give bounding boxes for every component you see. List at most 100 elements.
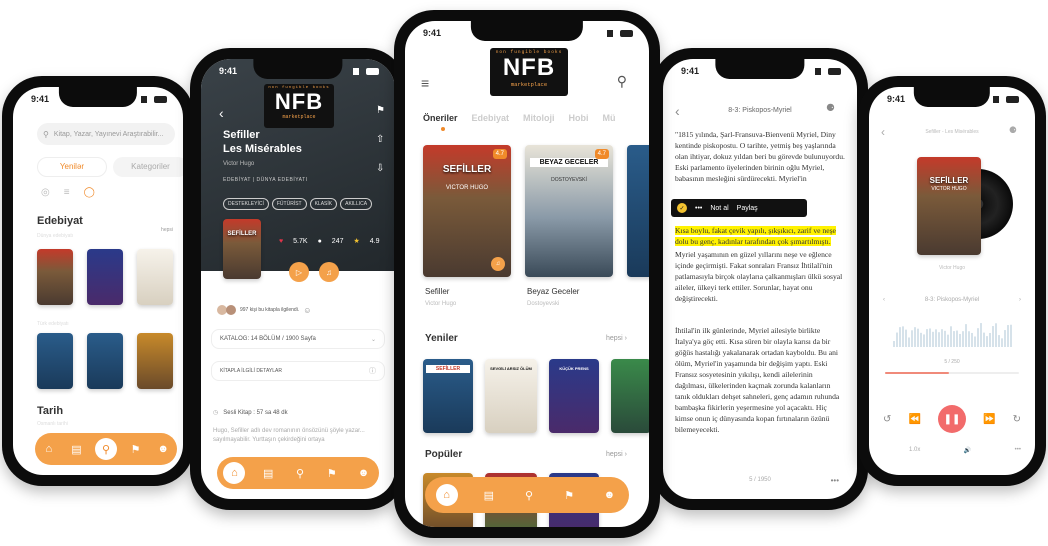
book-cover[interactable] <box>137 249 173 305</box>
tab-hobi[interactable]: Hobi <box>569 113 589 123</box>
next-chapter-icon[interactable]: › <box>1019 297 1021 303</box>
read-button[interactable]: ▷ <box>289 262 309 282</box>
battery-icon <box>1006 95 1019 103</box>
catalog-row[interactable]: KATALOG: 14 BÖLÜM / 1900 Sayfa ⌄ <box>211 329 385 349</box>
download-icon[interactable]: ⇩ <box>376 163 385 174</box>
listen-button[interactable]: ♫ <box>319 262 339 282</box>
book-cover[interactable] <box>37 333 73 389</box>
profile-icon[interactable]: ☻ <box>355 464 373 482</box>
waveform-bar <box>893 341 895 347</box>
grid-icon[interactable]: ◎ <box>41 187 50 198</box>
search-nav-icon[interactable]: ⚲ <box>291 464 309 482</box>
speed-button[interactable]: 1.0x <box>909 447 920 454</box>
list-icon[interactable]: ◯ <box>84 187 95 198</box>
bookmark-icon[interactable]: ⚑ <box>323 464 341 482</box>
library-icon[interactable]: ▤ <box>259 464 277 482</box>
tag[interactable]: AKILLICA <box>340 198 373 210</box>
more-options-icon[interactable]: ••• <box>1015 447 1021 454</box>
more-options-icon[interactable]: ••• <box>831 476 839 485</box>
search-icon[interactable]: ⚲ <box>617 73 627 90</box>
book-cover[interactable] <box>137 333 173 389</box>
tab-edebiyat[interactable]: Edebiyat <box>472 113 510 123</box>
tab-kategoriler[interactable]: Kategoriler <box>113 157 183 177</box>
waveform-bar <box>914 327 916 347</box>
hepsi-link[interactable]: hepsi › <box>606 335 627 342</box>
book-title[interactable]: Sefiller <box>425 287 449 296</box>
cover-sub: VICTOR HUGO <box>931 186 967 193</box>
book-title[interactable]: Beyaz Geceler <box>527 287 579 296</box>
nfb-logo: non fungible books NFB marketplace <box>490 48 568 96</box>
book-cover[interactable] <box>87 249 123 305</box>
featured-book-cover[interactable] <box>627 145 649 277</box>
book-cover[interactable] <box>87 333 123 389</box>
waveform-bar <box>956 330 958 347</box>
readers-row: 997 kişi bu kitapla ilgilendi. ☺ <box>217 305 311 315</box>
battery-icon <box>620 29 633 37</box>
profile-icon[interactable]: ☻ <box>154 440 172 458</box>
new-book-cover[interactable] <box>611 359 649 433</box>
heart-icon[interactable]: ♥ <box>279 238 283 245</box>
tag[interactable]: DESTEKLEYİCİ <box>223 198 269 210</box>
cover-title: SEFİLLER <box>442 164 492 176</box>
details-text: KİTAPLA İLGİLİ DETAYLAR <box>220 368 282 374</box>
headphones-icon[interactable]: ⚈ <box>826 103 835 114</box>
filter-icon[interactable]: ≡ <box>64 187 70 198</box>
featured-book-cover[interactable]: SEFİLLER VICTOR HUGO 4.7 ♫ <box>423 145 511 277</box>
smile-icon[interactable]: ☺ <box>303 306 311 315</box>
waveform-bar <box>926 329 928 347</box>
tab-oneriler[interactable]: Öneriler <box>423 113 458 123</box>
detail-cover[interactable]: SEFİLLER <box>223 219 261 279</box>
share-button[interactable]: Paylaş <box>737 205 758 212</box>
home-icon[interactable]: ⌂ <box>223 462 246 484</box>
tab-mitoloji[interactable]: Mitoloji <box>523 113 555 123</box>
next-icon[interactable]: ⏩ <box>983 414 995 425</box>
book-cover[interactable] <box>37 249 73 305</box>
headphones-icon[interactable]: ⚈ <box>1009 125 1017 136</box>
new-book-cover[interactable]: SEVGİLİ ARSIZ ÖLÜM <box>485 359 537 433</box>
tag[interactable]: FÜTÜRİST <box>271 198 307 210</box>
bookmark-icon[interactable]: ⚑ <box>127 440 145 458</box>
featured-book-cover[interactable]: BEYAZ GECELER DOSTOYEVSKİ 4.7 <box>525 145 613 277</box>
previous-icon[interactable]: ⏪ <box>908 414 920 425</box>
check-icon[interactable]: ✓ <box>677 203 687 213</box>
library-icon[interactable]: ▤ <box>480 486 498 504</box>
comment-icon[interactable]: ● <box>318 238 322 245</box>
play-audio-button[interactable]: ♫ <box>491 257 505 271</box>
volume-icon[interactable]: 🔊 <box>964 447 971 454</box>
prev-chapter-icon[interactable]: ‹ <box>883 297 885 303</box>
search-nav-icon[interactable]: ⚲ <box>520 486 538 504</box>
tab-muzik[interactable]: Mü <box>603 113 616 123</box>
details-row[interactable]: KİTAPLA İLGİLİ DETAYLAR ⓘ <box>211 361 385 381</box>
pause-button[interactable]: ❚❚ <box>938 405 966 433</box>
bookmark-icon[interactable]: ⚑ <box>560 486 578 504</box>
player-author: Victor Hugo <box>938 265 966 271</box>
waveform-bar <box>983 332 985 347</box>
more-icon[interactable]: ••• <box>695 205 702 212</box>
bookmark-icon[interactable]: ⚑ <box>376 105 385 116</box>
profile-icon[interactable]: ☻ <box>600 486 618 504</box>
rewind-15-icon[interactable]: ↺ <box>883 414 891 425</box>
tab-yeniler[interactable]: Yenilər <box>37 157 107 177</box>
logo-mark: NFB <box>274 89 324 114</box>
home-icon[interactable]: ⌂ <box>435 484 458 506</box>
home-icon[interactable]: ⌂ <box>40 440 58 458</box>
highlighted-text[interactable]: Kısa boylu, fakat çevik yapılı, şıkşıkıc… <box>675 226 836 246</box>
book-author: Dostoyevski <box>527 301 560 307</box>
menu-icon[interactable]: ≡ <box>421 75 429 91</box>
progress-track[interactable] <box>885 372 1019 374</box>
hepsi-link[interactable]: hepsi <box>161 227 173 233</box>
new-book-cover[interactable]: KÜÇÜK PRENS <box>549 359 599 433</box>
share-icon[interactable]: ⇧ <box>376 134 385 145</box>
forward-15-icon[interactable]: ↻ <box>1013 414 1021 425</box>
search-nav-icon[interactable]: ⚲ <box>94 438 117 460</box>
search-bar[interactable]: ⚲ Kitap, Yazar, Yayınevi Araştırabilir..… <box>37 123 175 145</box>
avatar <box>226 305 236 315</box>
back-icon[interactable]: ‹ <box>219 105 224 121</box>
tag-row: DESTEKLEYİCİ FÜTÜRİST KLASİK AKILLICA <box>223 192 381 210</box>
player-page: 5 / 250 <box>944 359 960 365</box>
tag[interactable]: KLASİK <box>309 198 338 210</box>
library-icon[interactable]: ▤ <box>67 440 85 458</box>
hepsi-link[interactable]: hepsi › <box>606 451 627 458</box>
note-button[interactable]: Not al <box>710 205 728 212</box>
new-book-cover[interactable]: SEFİLLER <box>423 359 473 433</box>
